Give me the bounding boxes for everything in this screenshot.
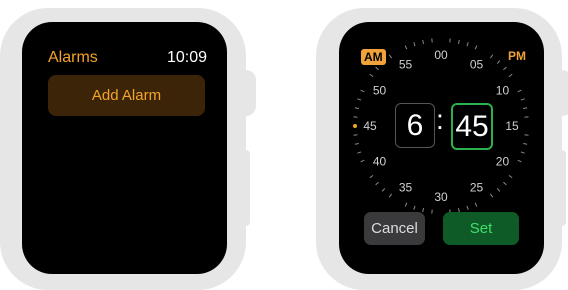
dial-label: 30 <box>434 190 448 204</box>
dial-label: 40 <box>373 155 387 169</box>
dial-tick <box>503 67 506 70</box>
dial-tick <box>467 206 468 210</box>
clock-time: 10:09 <box>167 49 207 67</box>
dial-tick <box>389 55 391 58</box>
dial-tick <box>357 99 361 100</box>
dial-tick <box>355 143 359 144</box>
dial-tick <box>376 67 379 70</box>
dial-tick <box>475 203 477 207</box>
dial-tick <box>509 175 512 177</box>
dial-tick <box>376 182 379 185</box>
dial-tick <box>521 152 525 153</box>
dial-label: 20 <box>496 155 510 169</box>
alarms-title: Alarms <box>48 49 98 67</box>
dial-tick <box>521 99 525 100</box>
side-button-right[interactable] <box>556 150 566 226</box>
dial-tick <box>382 188 385 191</box>
dial-tick <box>490 55 492 58</box>
dial-tick <box>423 40 424 44</box>
dial-tick <box>361 90 365 92</box>
dial-label: 50 <box>373 84 387 98</box>
am-toggle[interactable]: AM <box>361 49 386 65</box>
dial-tick <box>497 61 500 64</box>
dial-tick <box>370 74 373 76</box>
side-button-left[interactable] <box>240 150 250 226</box>
hour-field[interactable]: 6 <box>395 103 435 148</box>
dial-label: 00 <box>434 48 448 62</box>
dial-tick <box>523 143 527 144</box>
dial-label: 05 <box>470 58 484 72</box>
cancel-button[interactable]: Cancel <box>364 212 425 245</box>
dial-tick <box>357 152 361 153</box>
dial-tick <box>497 188 500 191</box>
dial-tick <box>475 46 477 50</box>
current-minute-marker <box>353 124 357 128</box>
digital-crown-left[interactable] <box>236 70 256 116</box>
dial-tick <box>423 208 424 212</box>
dial-tick <box>405 203 407 207</box>
dial-label: 35 <box>399 180 413 194</box>
digital-crown-right[interactable] <box>552 70 568 116</box>
dial-tick <box>509 74 512 76</box>
alarms-screen: Alarms 10:09 Add Alarm <box>22 22 227 274</box>
minute-field[interactable]: 45 <box>451 103 493 150</box>
dial-tick <box>355 108 359 109</box>
dial-tick <box>361 160 365 162</box>
dial-tick <box>518 90 522 92</box>
dial-label: 45 <box>363 119 377 133</box>
dial-tick <box>405 46 407 50</box>
dial-label: 15 <box>505 119 519 133</box>
dial-tick <box>503 182 506 185</box>
dial-tick <box>490 194 492 197</box>
set-button[interactable]: Set <box>443 212 519 245</box>
dial-tick <box>370 175 373 177</box>
dial-tick <box>414 42 415 46</box>
dial-label: 10 <box>496 84 510 98</box>
dial-tick <box>389 194 391 197</box>
dial-label: 55 <box>399 58 413 72</box>
dial-tick <box>467 42 468 46</box>
dial-tick <box>523 108 527 109</box>
add-alarm-button[interactable]: Add Alarm <box>48 75 205 116</box>
time-picker-screen: 00 05 10 15 20 25 30 35 40 45 50 55 AM PM 6 : 45 Ca… <box>339 22 544 274</box>
dial-tick <box>414 206 415 210</box>
dial-label: 25 <box>470 180 484 194</box>
dial-tick <box>458 40 459 44</box>
dial-tick <box>518 160 522 162</box>
pm-toggle[interactable]: PM <box>508 49 526 63</box>
time-separator: : <box>436 104 444 136</box>
